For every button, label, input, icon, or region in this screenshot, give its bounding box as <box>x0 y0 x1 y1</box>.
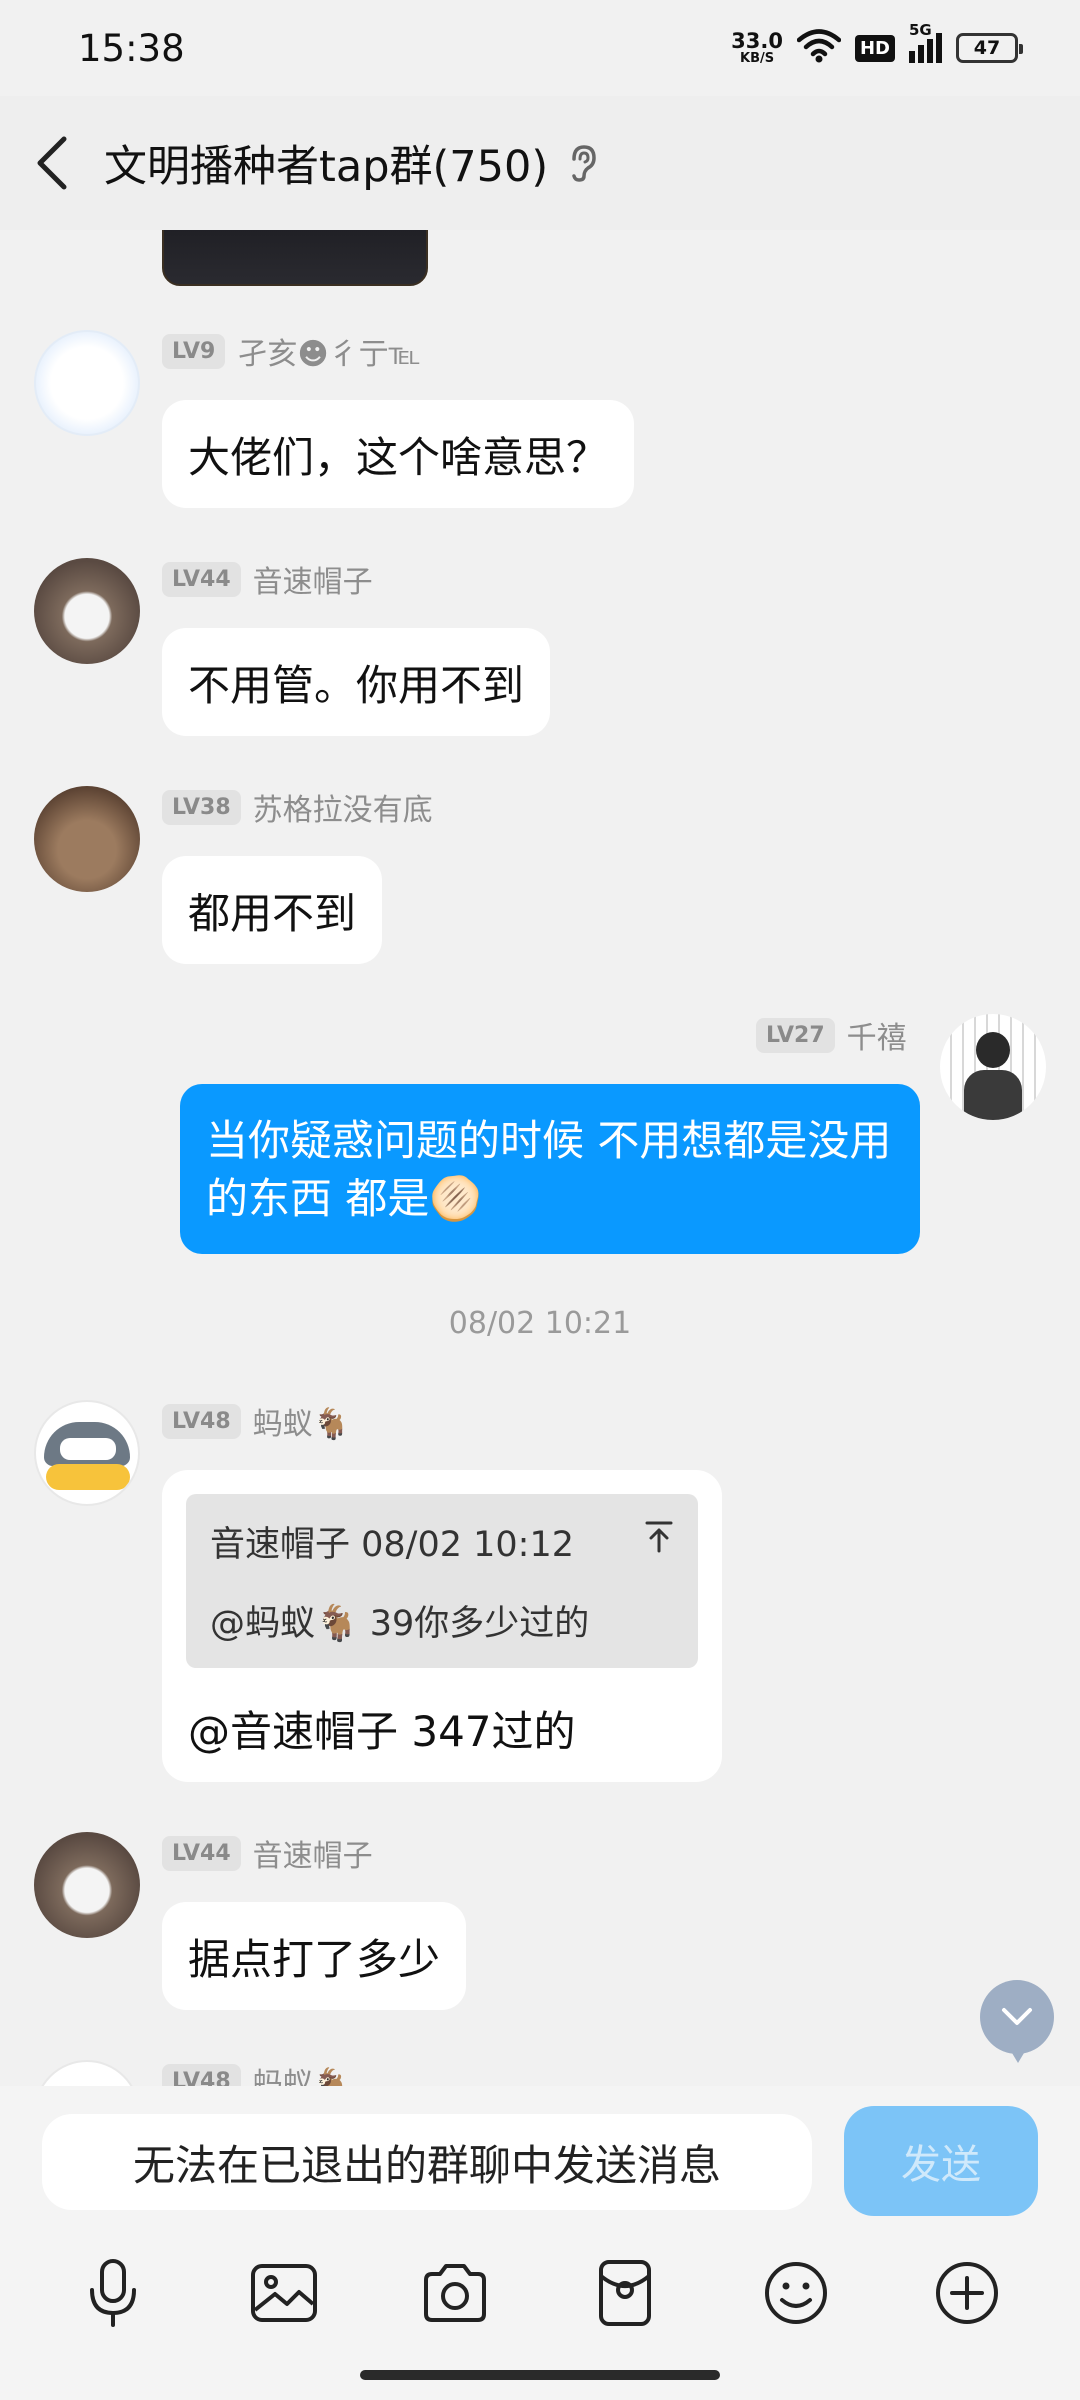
sender-name[interactable]: 蚂蚁🐐 <box>253 2059 350 2086</box>
input-area: 无法在已退出的群聊中发送消息 发送 <box>0 2086 1080 2400</box>
home-indicator[interactable] <box>360 2370 720 2380</box>
status-icons: 33.0 KB/S HD 5G 47 <box>731 21 1023 67</box>
hd-icon: HD <box>854 34 895 62</box>
level-badge: LV48 <box>162 2063 241 2086</box>
avatar[interactable] <box>940 1014 1046 1120</box>
my-message-bubble[interactable]: 当你疑惑问题的时候 不用想都是没用的东西 都是🫓 <box>180 1084 920 1254</box>
sender-info: LV44 音速帽子 <box>162 558 373 600</box>
status-bar: 15:38 33.0 KB/S HD 5G 47 <box>0 0 1080 96</box>
image-message-partial[interactable] <box>162 230 428 286</box>
sender-info: LV27 千禧 <box>756 1014 907 1056</box>
sender-info: LV48 蚂蚁🐐 <box>162 2060 350 2086</box>
plus-icon[interactable] <box>922 2248 1012 2338</box>
network-speed: 33.0 KB/S <box>731 29 783 66</box>
sender-name[interactable]: 苏格拉没有底 <box>253 785 433 829</box>
group-title[interactable]: 文明播种者tap群(750) <box>104 132 548 194</box>
sender-name[interactable]: 孑亥☻彳亍℡ <box>237 329 421 373</box>
chevron-down-icon <box>1002 2008 1032 2025</box>
sender-name[interactable]: 千禧 <box>847 1013 907 1057</box>
camera-icon[interactable] <box>410 2248 500 2338</box>
quoted-message[interactable]: 音速帽子 08/02 10:12 @蚂蚁🐐 39你多少过的 <box>186 1494 698 1668</box>
sender-name[interactable]: 音速帽子 <box>253 557 373 601</box>
message-timestamp: 08/02 10:21 <box>448 1306 632 1341</box>
network-speed-unit: KB/S <box>740 51 775 66</box>
sender-name[interactable]: 音速帽子 <box>253 1831 373 1875</box>
message-input-disabled[interactable]: 无法在已退出的群聊中发送消息 <box>42 2114 812 2210</box>
level-badge: LV38 <box>162 789 241 825</box>
avatar[interactable] <box>34 330 140 436</box>
jump-to-original-icon[interactable] <box>644 1520 674 1563</box>
quote-header: 音速帽子 08/02 10:12 <box>210 1516 674 1567</box>
level-badge: LV44 <box>162 561 241 597</box>
image-icon[interactable] <box>239 2248 329 2338</box>
avatar[interactable] <box>34 558 140 664</box>
reply-message-bubble[interactable]: 音速帽子 08/02 10:12 @蚂蚁🐐 39你多少过的 @音速帽子 347过… <box>162 1470 722 1782</box>
scroll-to-bottom-button[interactable] <box>980 1980 1054 2063</box>
network-type: 5G <box>909 21 932 39</box>
message-bubble[interactable]: 据点打了多少 <box>162 1902 467 2010</box>
chat-header: 文明播种者tap群(750) <box>0 96 1080 230</box>
avatar[interactable] <box>34 786 140 892</box>
sender-name[interactable]: 蚂蚁🐐 <box>253 1399 350 1443</box>
clock: 15:38 <box>78 26 185 70</box>
back-button[interactable] <box>0 96 104 230</box>
microphone-icon[interactable] <box>68 2248 158 2338</box>
quote-text: @蚂蚁🐐 39你多少过的 <box>210 1604 590 1644</box>
emoji-icon[interactable] <box>751 2248 841 2338</box>
avatar[interactable] <box>34 1832 140 1938</box>
message-list[interactable]: LV9 孑亥☻彳亍℡ 大佬们，这个啥意思？ LV44 音速帽子 不用管。你用不到… <box>0 230 1080 2086</box>
sender-info: LV9 孑亥☻彳亍℡ <box>162 330 421 372</box>
send-button[interactable]: 发送 <box>844 2106 1038 2216</box>
avatar[interactable] <box>34 1400 140 1506</box>
sender-info: LV38 苏格拉没有底 <box>162 786 433 828</box>
input-toolbar <box>0 2248 1080 2338</box>
signal-icon: 5G <box>909 21 942 63</box>
quote-source: 音速帽子 08/02 10:12 <box>210 1525 574 1565</box>
level-badge: LV48 <box>162 1403 241 1439</box>
sender-info: LV44 音速帽子 <box>162 1832 373 1874</box>
message-bubble[interactable]: 不用管。你用不到 <box>162 628 551 736</box>
sender-info: LV48 蚂蚁🐐 <box>162 1400 350 1442</box>
avatar[interactable] <box>34 2060 140 2086</box>
red-packet-icon[interactable] <box>580 2248 670 2338</box>
reply-text: @音速帽子 347过的 <box>188 1707 576 1756</box>
level-badge: LV44 <box>162 1835 241 1871</box>
level-badge: LV27 <box>756 1017 835 1053</box>
ear-icon[interactable] <box>566 143 600 183</box>
message-bubble[interactable]: 都用不到 <box>162 856 383 964</box>
battery-icon: 47 <box>956 33 1023 63</box>
level-badge: LV9 <box>162 333 226 369</box>
back-arrow-icon <box>37 136 67 190</box>
network-speed-value: 33.0 <box>731 29 783 53</box>
message-bubble[interactable]: 大佬们，这个啥意思？ <box>162 400 635 508</box>
wifi-icon <box>796 29 842 67</box>
